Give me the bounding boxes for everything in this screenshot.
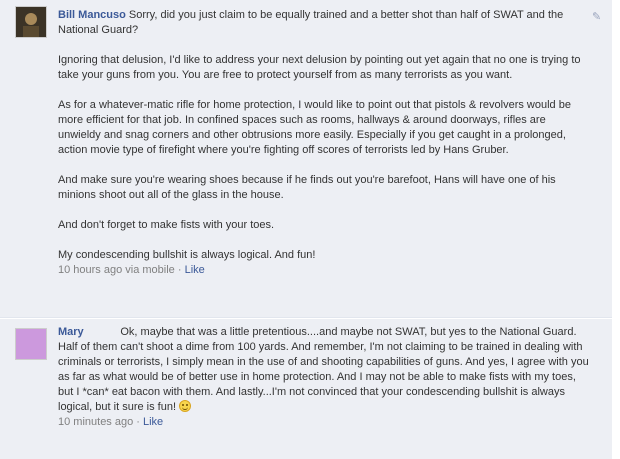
author-name[interactable]: Mary bbox=[58, 326, 84, 338]
comment-paragraph: And don't forget to make fists with your… bbox=[58, 219, 275, 231]
comment-paragraph: Bill Mancuso Sorry, did you just claim t… bbox=[58, 8, 590, 38]
comment-meta: 10 hours ago via mobile · Like bbox=[58, 263, 590, 278]
timestamp[interactable]: 10 hours ago via mobile bbox=[58, 264, 175, 276]
comment-meta: 10 minutes ago · Like bbox=[58, 415, 590, 430]
timestamp[interactable]: 10 minutes ago bbox=[58, 416, 133, 428]
comment-paragraph: Mary Ok, maybe that was a little pretent… bbox=[58, 325, 590, 415]
like-link[interactable]: Like bbox=[143, 416, 163, 428]
comment-bill-mancuso: ✎ Bill Mancuso Sorry, did you just claim… bbox=[0, 0, 612, 318]
comment-mary: Mary Ok, maybe that was a little pretent… bbox=[0, 319, 612, 459]
comment-text: Ok, maybe that was a little pretentious.… bbox=[58, 326, 592, 413]
comment-body: Mary Ok, maybe that was a little pretent… bbox=[58, 325, 590, 430]
smiley-emoticon-icon bbox=[179, 400, 192, 412]
profile-photo-icon bbox=[16, 7, 46, 37]
avatar[interactable] bbox=[15, 328, 47, 360]
separator: · bbox=[174, 264, 185, 276]
comment-paragraph: My condescending bullshit is always logi… bbox=[58, 249, 316, 261]
avatar[interactable] bbox=[15, 6, 47, 38]
pencil-icon[interactable]: ✎ bbox=[592, 10, 604, 23]
comment-body: Bill Mancuso Sorry, did you just claim t… bbox=[58, 8, 590, 278]
comment-text: Sorry, did you just claim to be equally … bbox=[58, 9, 567, 36]
comment-paragraph: And make sure you're wearing shoes becau… bbox=[58, 174, 559, 201]
separator: · bbox=[133, 416, 143, 428]
like-link[interactable]: Like bbox=[185, 264, 205, 276]
author-name[interactable]: Bill Mancuso bbox=[58, 9, 126, 21]
comment-paragraph: As for a whatever-matic rifle for home p… bbox=[58, 99, 575, 156]
comment-thread: ✎ Bill Mancuso Sorry, did you just claim… bbox=[0, 0, 620, 459]
comment-paragraph: Ignoring that delusion, I'd like to addr… bbox=[58, 54, 584, 81]
